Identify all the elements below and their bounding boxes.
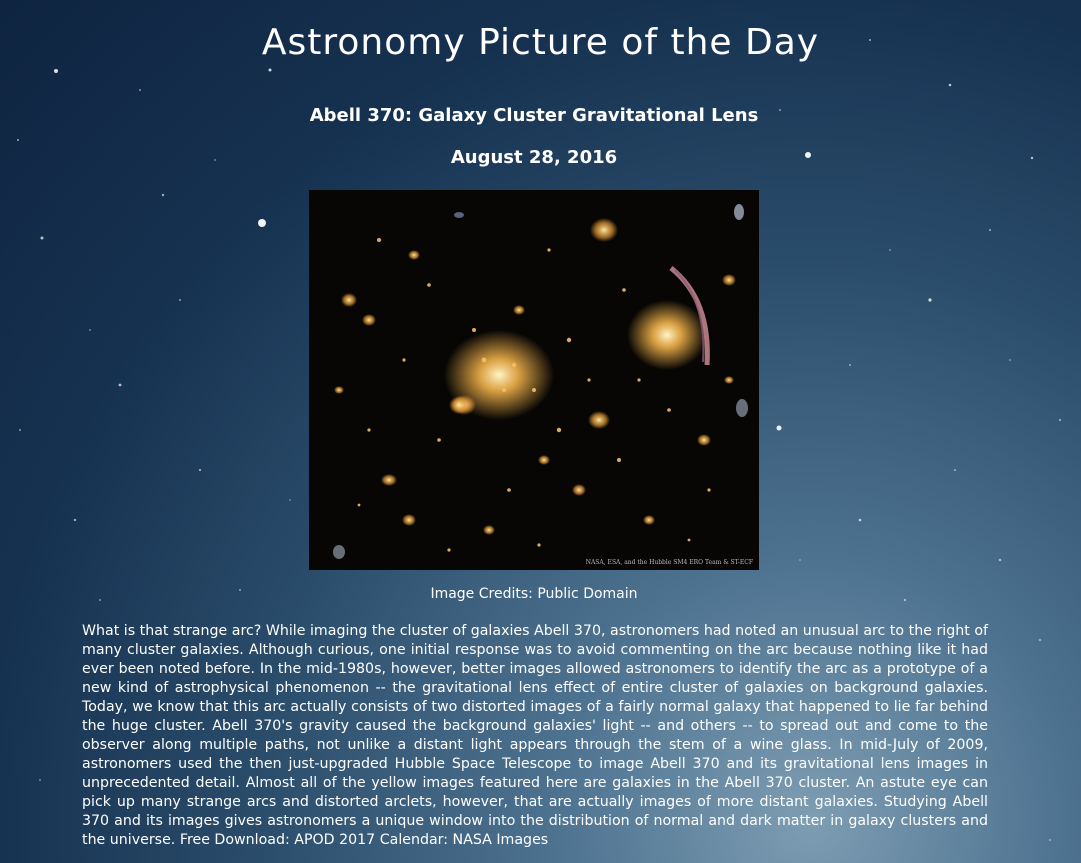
- picture-date: August 28, 2016: [450, 147, 618, 168]
- apod-image-galaxy-cluster[interactable]: NASA, ESA, and the Hubble SM4 ERO Team &…: [309, 190, 759, 570]
- site-title: Astronomy Picture of the Day: [261, 22, 820, 63]
- picture-title: Abell 370: Galaxy Cluster Gravitational …: [309, 105, 759, 126]
- image-credits: Image Credits: Public Domain: [430, 586, 638, 602]
- picture-explanation: What is that strange arc? While imaging …: [82, 623, 988, 848]
- image-watermark: NASA, ESA, and the Hubble SM4 ERO Team &…: [586, 559, 753, 566]
